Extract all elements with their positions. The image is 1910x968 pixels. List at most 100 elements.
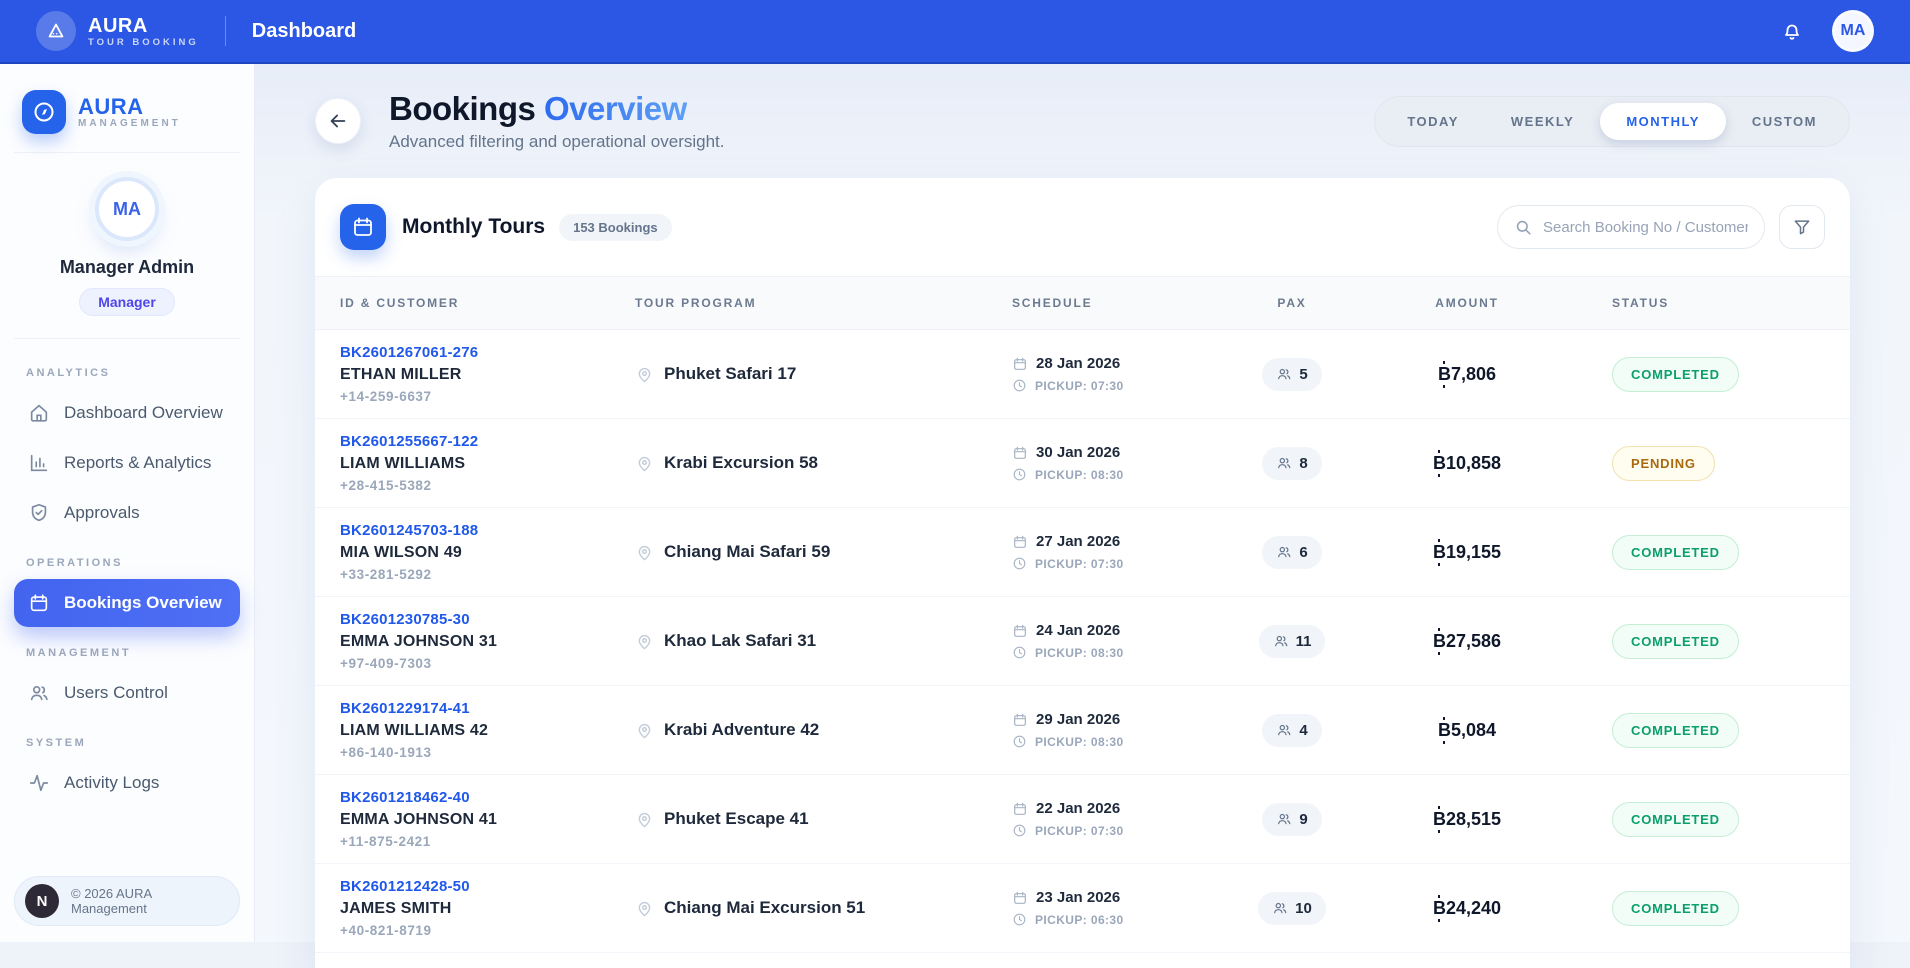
search-box — [1497, 205, 1765, 249]
pickup-time: PICKUP: 08:30 — [1035, 468, 1124, 482]
sidebar-item-dashboard-overview[interactable]: Dashboard Overview — [14, 389, 240, 437]
table-header-row: ID & CUSTOMER TOUR PROGRAM SCHEDULE PAX … — [315, 276, 1850, 330]
pickup-time: PICKUP: 07:30 — [1035, 379, 1124, 393]
filter-button[interactable] — [1779, 205, 1825, 249]
amount-value: B10,858 — [1352, 453, 1582, 474]
tour-date: 24 Jan 2026 — [1036, 622, 1120, 639]
shield-check-icon — [28, 502, 50, 524]
tab-weekly[interactable]: WEEKLY — [1485, 103, 1600, 140]
sidebar: AURA MANAGEMENT MA Manager Admin Manager… — [0, 64, 255, 942]
booking-id-link[interactable]: BK2601245703-188 — [340, 522, 635, 539]
tour-date: 23 Jan 2026 — [1036, 889, 1120, 906]
column-header: SCHEDULE — [1012, 296, 1232, 310]
clock-icon — [1012, 467, 1027, 482]
profile-avatar[interactable]: MA — [95, 177, 159, 241]
pickup-time: PICKUP: 07:30 — [1035, 557, 1124, 571]
bell-icon — [1780, 19, 1804, 43]
sidebar-section-label: ANALYTICS — [14, 357, 240, 387]
booking-row[interactable]: BK2601230785-30 EMMA JOHNSON 31 +97-409-… — [315, 597, 1850, 686]
sidebar-logo[interactable]: AURA MANAGEMENT — [14, 84, 240, 153]
column-header: ID & CUSTOMER — [340, 296, 635, 310]
tour-name: Khao Lak Safari 31 — [664, 631, 816, 651]
pax-count: 6 — [1299, 544, 1307, 561]
search-input[interactable] — [1543, 219, 1748, 236]
sidebar-nav: ANALYTICS Dashboard Overview Reports & A… — [14, 339, 240, 876]
customer-name: LIAM WILLIAMS — [340, 455, 635, 473]
booking-row[interactable]: BK2601229174-41 LIAM WILLIAMS 42 +86-140… — [315, 686, 1850, 775]
column-header: PAX — [1232, 296, 1352, 310]
tour-date: 29 Jan 2026 — [1036, 711, 1120, 728]
booking-id-link[interactable]: BK2601218462-40 — [340, 789, 635, 806]
footer-avatar: N — [25, 884, 59, 918]
tour-name: Phuket Escape 41 — [664, 809, 809, 829]
map-pin-icon — [635, 543, 654, 562]
users-icon — [1276, 811, 1292, 827]
customer-name: EMMA JOHNSON 31 — [340, 633, 635, 651]
bookings-card: Monthly Tours 153 Bookings ID & CUSTOMER… — [315, 178, 1850, 968]
tab-custom[interactable]: CUSTOM — [1726, 103, 1843, 140]
brand-triangle-icon — [36, 11, 76, 51]
customer-name: ETHAN MILLER — [340, 366, 635, 384]
tab-monthly[interactable]: MONTHLY — [1600, 103, 1726, 140]
clock-icon — [1012, 378, 1027, 393]
status-badge: COMPLETED — [1612, 713, 1739, 748]
clock-icon — [1012, 645, 1027, 660]
sidebar-item-approvals[interactable]: Approvals — [14, 489, 240, 537]
page-subtitle: Advanced filtering and operational overs… — [389, 132, 725, 152]
clock-icon — [1012, 912, 1027, 927]
customer-phone: +11-875-2421 — [340, 834, 635, 849]
role-badge: Manager — [79, 288, 175, 316]
tour-date: 28 Jan 2026 — [1036, 355, 1120, 372]
booking-row[interactable]: BK2601267061-276 ETHAN MILLER +14-259-66… — [315, 330, 1850, 419]
sidebar-brand-name: AURA — [78, 95, 181, 118]
booking-id-link[interactable]: BK2601212428-50 — [340, 878, 635, 895]
topbar: AURA TOUR BOOKING Dashboard MA — [0, 0, 1910, 64]
customer-phone: +97-409-7303 — [340, 656, 635, 671]
amount-value: B24,240 — [1352, 898, 1582, 919]
sidebar-item-users-control[interactable]: Users Control — [14, 669, 240, 717]
pax-count: 5 — [1299, 366, 1307, 383]
booking-row[interactable]: BK2601212428-50 JAMES SMITH +40-821-8719… — [315, 864, 1850, 953]
tour-date: 30 Jan 2026 — [1036, 444, 1120, 461]
pickup-time: PICKUP: 08:30 — [1035, 735, 1124, 749]
tour-name: Krabi Adventure 42 — [664, 720, 819, 740]
map-pin-icon — [635, 899, 654, 918]
booking-row[interactable]: BK2601218462-40 EMMA JOHNSON 41 +11-875-… — [315, 775, 1850, 864]
sidebar-section-label: OPERATIONS — [14, 547, 240, 577]
booking-id-link[interactable]: BK2601255667-122 — [340, 433, 635, 450]
booking-id-link[interactable]: BK2601267061-276 — [340, 344, 635, 361]
calendar-icon — [28, 592, 50, 614]
customer-name: JAMES SMITH — [340, 900, 635, 918]
back-button[interactable] — [315, 98, 361, 144]
sidebar-item-bookings-overview[interactable]: Bookings Overview — [14, 579, 240, 627]
booking-row[interactable]: BK2601245703-188 MIA WILSON 49 +33-281-5… — [315, 508, 1850, 597]
clock-icon — [1012, 734, 1027, 749]
funnel-icon — [1792, 217, 1812, 237]
sidebar-item-activity-logs[interactable]: Activity Logs — [14, 759, 240, 807]
pickup-time: PICKUP: 07:30 — [1035, 824, 1124, 838]
main-content: Bookings Overview Advanced filtering and… — [255, 64, 1910, 942]
sidebar-item-reports-analytics[interactable]: Reports & Analytics — [14, 439, 240, 487]
pax-badge: 11 — [1259, 625, 1326, 658]
map-pin-icon — [635, 365, 654, 384]
app-logo[interactable]: AURA TOUR BOOKING — [36, 11, 199, 51]
baht-symbol: B — [1433, 898, 1446, 919]
tab-today[interactable]: TODAY — [1381, 103, 1485, 140]
bookings-count-badge: 153 Bookings — [559, 214, 672, 241]
booking-id-link[interactable]: BK2601229174-41 — [340, 700, 635, 717]
booking-id-link[interactable]: BK2601230785-30 — [340, 611, 635, 628]
notifications-button[interactable] — [1780, 19, 1804, 43]
status-badge: COMPLETED — [1612, 357, 1739, 392]
tour-name: Phuket Safari 17 — [664, 364, 796, 384]
baht-symbol: B — [1433, 631, 1446, 652]
baht-symbol: B — [1438, 720, 1451, 741]
sidebar-item-label: Dashboard Overview — [64, 403, 223, 423]
topbar-page-title: Dashboard — [252, 20, 356, 43]
pax-count: 8 — [1299, 455, 1307, 472]
sidebar-section-label: MANAGEMENT — [14, 637, 240, 667]
users-icon — [28, 682, 50, 704]
sidebar-footer: N © 2026 AURA Management — [14, 876, 240, 926]
booking-row[interactable]: BK2601255667-122 LIAM WILLIAMS +28-415-5… — [315, 419, 1850, 508]
topbar-avatar[interactable]: MA — [1832, 10, 1874, 52]
brand-subtitle: TOUR BOOKING — [88, 37, 199, 48]
